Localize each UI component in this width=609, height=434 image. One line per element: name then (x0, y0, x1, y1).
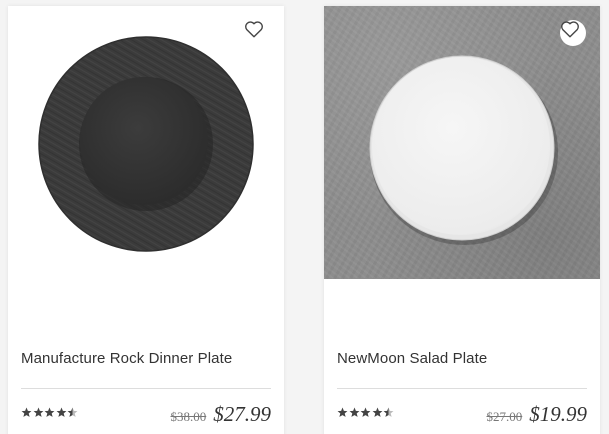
product-card[interactable]: NewMoon Salad Plate $27.00 $19.99 (324, 6, 600, 434)
favorite-button[interactable] (560, 20, 586, 46)
star-rating (21, 407, 79, 418)
original-price: $27.00 (486, 409, 523, 424)
product-image[interactable] (324, 6, 600, 279)
favorite-button[interactable] (244, 20, 270, 46)
heart-outline-icon (245, 21, 263, 38)
star-filled-icon (360, 407, 371, 417)
star-filled-icon (349, 407, 359, 417)
price-block: $27.00 $19.99 (487, 402, 588, 427)
sale-price: $19.99 (529, 402, 587, 426)
product-card[interactable]: Manufacture Rock Dinner Plate $38.00 $27… (8, 6, 284, 434)
star-filled-icon (44, 407, 55, 417)
white-plate-image (369, 55, 558, 245)
original-price: $38.00 (170, 409, 207, 424)
sale-price: $27.99 (213, 402, 271, 426)
star-rating (337, 407, 395, 418)
product-grid: Manufacture Rock Dinner Plate $38.00 $27… (0, 0, 609, 434)
star-filled-icon (372, 407, 382, 417)
product-image[interactable] (8, 6, 284, 279)
black-slate-plate-image (38, 36, 254, 252)
star-filled-icon (33, 407, 43, 417)
star-half-icon (383, 407, 394, 417)
star-filled-icon (337, 407, 348, 417)
price-block: $38.00 $27.99 (171, 402, 272, 427)
star-half-icon (67, 407, 78, 417)
heart-outline-icon (561, 21, 579, 38)
star-filled-icon (21, 407, 32, 417)
star-filled-icon (56, 407, 66, 417)
product-name-link[interactable]: Manufacture Rock Dinner Plate (21, 350, 232, 367)
divider (337, 388, 587, 389)
divider (21, 388, 271, 389)
product-name-link[interactable]: NewMoon Salad Plate (337, 350, 487, 367)
